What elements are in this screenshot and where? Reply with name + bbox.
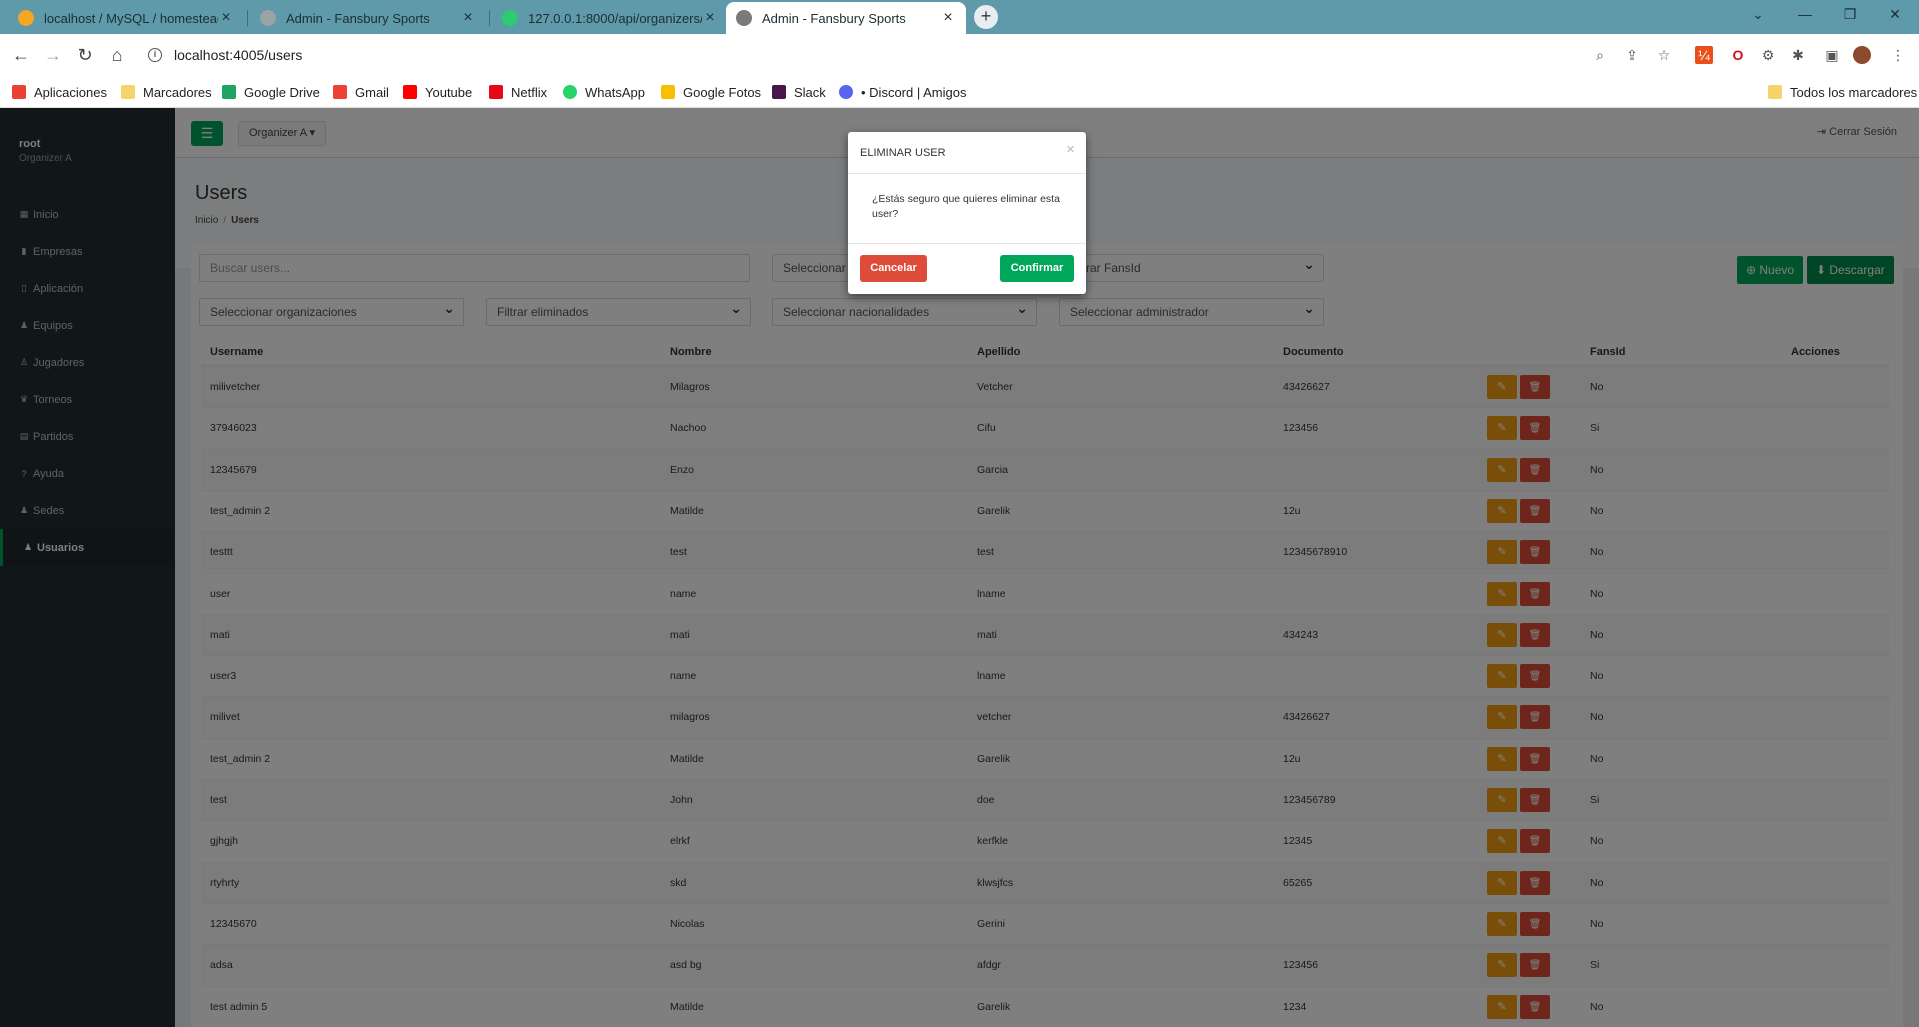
bookmark-label: Marcadores (143, 84, 212, 100)
menu-dots-icon[interactable]: ⋮ (1889, 46, 1907, 64)
bookmark-label: Google Fotos (683, 84, 762, 100)
close-tab-icon[interactable]: × (218, 9, 234, 27)
bookmark-netflix[interactable]: Netflix (489, 82, 547, 102)
tab-title: Admin - Fansbury Sports (762, 10, 906, 26)
bookmark-gmail[interactable]: Gmail (333, 82, 389, 102)
whatsapp-icon (563, 85, 577, 99)
bookmark-label: Aplicaciones (34, 84, 107, 100)
bookmark-label: Netflix (511, 84, 548, 100)
bookmark-slack[interactable]: Slack (772, 82, 826, 102)
photos-icon (661, 85, 675, 99)
tab-separator (247, 10, 248, 26)
back-icon[interactable]: ← (8, 42, 34, 68)
folder-icon (1768, 85, 1782, 99)
bookmark-photos[interactable]: Google Fotos (661, 82, 761, 102)
close-tab-icon[interactable]: × (702, 9, 718, 27)
close-icon[interactable]: × (1066, 141, 1075, 158)
shield-icon (502, 10, 518, 26)
bookmark-all[interactable]: Todos los marcadores (1768, 82, 1917, 102)
browser-tab[interactable]: localhost / MySQL / homestead × (8, 2, 244, 34)
bookmark-discord[interactable]: • Discord | Amigos (839, 82, 966, 102)
delete-user-modal: ELIMINAR USER × ¿Estás seguro que quiere… (848, 132, 1086, 294)
extension-icon[interactable]: ¼ (1695, 46, 1713, 64)
globe-icon (736, 10, 752, 26)
gmail-icon (333, 85, 347, 99)
browser-tab[interactable]: 127.0.0.1:8000/api/organizers/2 × (492, 2, 728, 34)
sidepanel-icon[interactable]: ▣ (1823, 46, 1841, 64)
modal-footer: Cancelar Confirmar (848, 244, 1086, 294)
gear-icon[interactable]: ⚙ (1759, 46, 1777, 64)
browser-tab-active[interactable]: Admin - Fansbury Sports × (726, 2, 966, 34)
forward-icon[interactable]: → (40, 42, 66, 68)
modal-title: ELIMINAR USER (860, 147, 946, 159)
phpmyadmin-icon (18, 10, 34, 26)
bookmark-label: WhatsApp (585, 84, 645, 100)
tab-separator (489, 10, 490, 26)
home-icon[interactable]: ⌂ (104, 42, 130, 68)
address-bar[interactable]: i localhost:4005/users (138, 39, 1668, 71)
discord-icon (839, 85, 853, 99)
share-icon[interactable]: ⇪ (1623, 46, 1641, 64)
puzzle-icon[interactable]: ✱ (1789, 46, 1807, 64)
browser-tabbar: localhost / MySQL / homestead × Admin - … (0, 0, 1919, 34)
folder-icon (121, 85, 135, 99)
netflix-icon (489, 85, 503, 99)
apps-grid-icon (12, 85, 26, 99)
bookmark-label: Google Drive (244, 84, 320, 100)
bookmark-folder[interactable]: Marcadores (121, 82, 212, 102)
bookmark-youtube[interactable]: Youtube (403, 82, 472, 102)
browser-toolbar: ← → ↻ ⌂ i localhost:4005/users ⌕ ⇪ ☆ ¼ O… (0, 34, 1919, 76)
tab-title: 127.0.0.1:8000/api/organizers/2 (528, 10, 702, 26)
star-icon[interactable]: ☆ (1655, 46, 1673, 64)
minimize-icon[interactable]: — (1795, 6, 1815, 22)
reload-icon[interactable]: ↻ (72, 42, 98, 68)
zoom-icon[interactable]: ⌕ (1591, 46, 1609, 64)
tab-search-icon[interactable]: ⌄ (1748, 6, 1768, 23)
slack-icon (772, 85, 786, 99)
bookmark-apps[interactable]: Aplicaciones (12, 82, 107, 102)
bookmark-label: Slack (794, 84, 826, 100)
bookmark-whatsapp[interactable]: WhatsApp (563, 82, 645, 102)
cancel-button[interactable]: Cancelar (860, 255, 927, 282)
bookmark-label: Todos los marcadores (1790, 84, 1918, 100)
new-tab-button[interactable]: + (974, 5, 998, 29)
bookmark-label: Youtube (425, 84, 473, 100)
admin-app: root Organizer A ▦Inicio ▮Empresas ▯Apli… (0, 108, 1919, 1027)
bookmark-label: • Discord | Amigos (861, 84, 967, 100)
browser-tab[interactable]: Admin - Fansbury Sports × (250, 2, 486, 34)
url-text: localhost:4005/users (174, 47, 303, 63)
bookmarks-bar: Aplicaciones Marcadores Google Drive Gma… (0, 76, 1919, 108)
youtube-icon (403, 85, 417, 99)
globe-icon (260, 10, 276, 26)
bookmark-drive[interactable]: Google Drive (222, 82, 320, 102)
tab-title: localhost / MySQL / homestead (44, 10, 218, 26)
tab-title: Admin - Fansbury Sports (286, 10, 430, 26)
site-info-icon[interactable]: i (148, 48, 162, 62)
confirm-button[interactable]: Confirmar (1000, 255, 1074, 282)
modal-header: ELIMINAR USER × (848, 132, 1086, 174)
drive-icon (222, 85, 236, 99)
modal-body-text: ¿Estás seguro que quieres eliminar esta … (848, 174, 1086, 244)
close-tab-icon[interactable]: × (940, 9, 956, 27)
restore-icon[interactable]: ❐ (1840, 6, 1860, 23)
close-tab-icon[interactable]: × (460, 9, 476, 27)
close-window-icon[interactable]: ✕ (1885, 6, 1905, 23)
opera-icon[interactable]: O (1729, 46, 1747, 64)
avatar[interactable] (1853, 46, 1871, 64)
bookmark-label: Gmail (355, 84, 389, 100)
